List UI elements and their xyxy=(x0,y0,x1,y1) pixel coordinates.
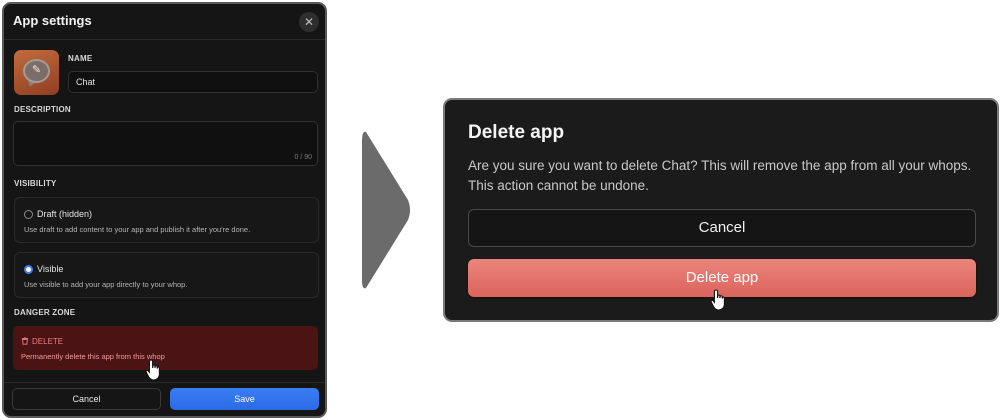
arrow-right-icon xyxy=(362,131,410,289)
visibility-option-visible[interactable]: Visible Use visible to add your app dire… xyxy=(14,252,319,298)
settings-title: App settings xyxy=(13,13,92,28)
radio-visible[interactable] xyxy=(24,265,33,274)
visibility-label: VISIBILITY xyxy=(14,179,57,188)
delete-title: DELETE xyxy=(21,337,63,346)
description-textarea[interactable]: 0 / 90 xyxy=(13,121,318,166)
hand-cursor-icon xyxy=(710,289,725,311)
app-icon-upload[interactable]: ✎ xyxy=(14,50,59,95)
trash-icon xyxy=(21,337,29,345)
dialog-message: Are you sure you want to delete Chat? Th… xyxy=(468,158,972,193)
close-icon[interactable]: ✕ xyxy=(299,12,319,32)
delete-label: DELETE xyxy=(32,337,64,346)
char-count: 0 / 90 xyxy=(294,154,312,161)
dialog-title: Delete app xyxy=(468,122,565,143)
description-label: DESCRIPTION xyxy=(14,105,71,114)
hand-cursor-icon xyxy=(145,359,160,381)
delete-description: Permanently delete this app from this wh… xyxy=(21,352,165,361)
danger-zone-label: DANGER ZONE xyxy=(14,308,76,317)
dialog-cancel-button[interactable]: Cancel xyxy=(468,209,976,247)
app-settings-panel: App settings ✕ ✎ NAME DESCRIPTION 0 / 90… xyxy=(2,2,327,418)
save-button[interactable]: Save xyxy=(170,388,319,410)
name-input[interactable] xyxy=(68,71,318,93)
radio-draft[interactable] xyxy=(24,210,33,219)
edit-icon: ✎ xyxy=(31,64,42,76)
settings-header: App settings ✕ xyxy=(4,4,325,40)
name-label: NAME xyxy=(68,54,93,63)
delete-app-row[interactable]: DELETE Permanently delete this app from … xyxy=(13,326,318,370)
option-description: Use draft to add content to your app and… xyxy=(24,225,251,234)
option-description: Use visible to add your app directly to … xyxy=(24,280,188,289)
option-title: Visible xyxy=(37,264,64,274)
visibility-option-draft[interactable]: Draft (hidden) Use draft to add content … xyxy=(14,197,319,243)
cancel-button[interactable]: Cancel xyxy=(12,388,161,410)
option-title: Draft (hidden) xyxy=(37,209,93,219)
